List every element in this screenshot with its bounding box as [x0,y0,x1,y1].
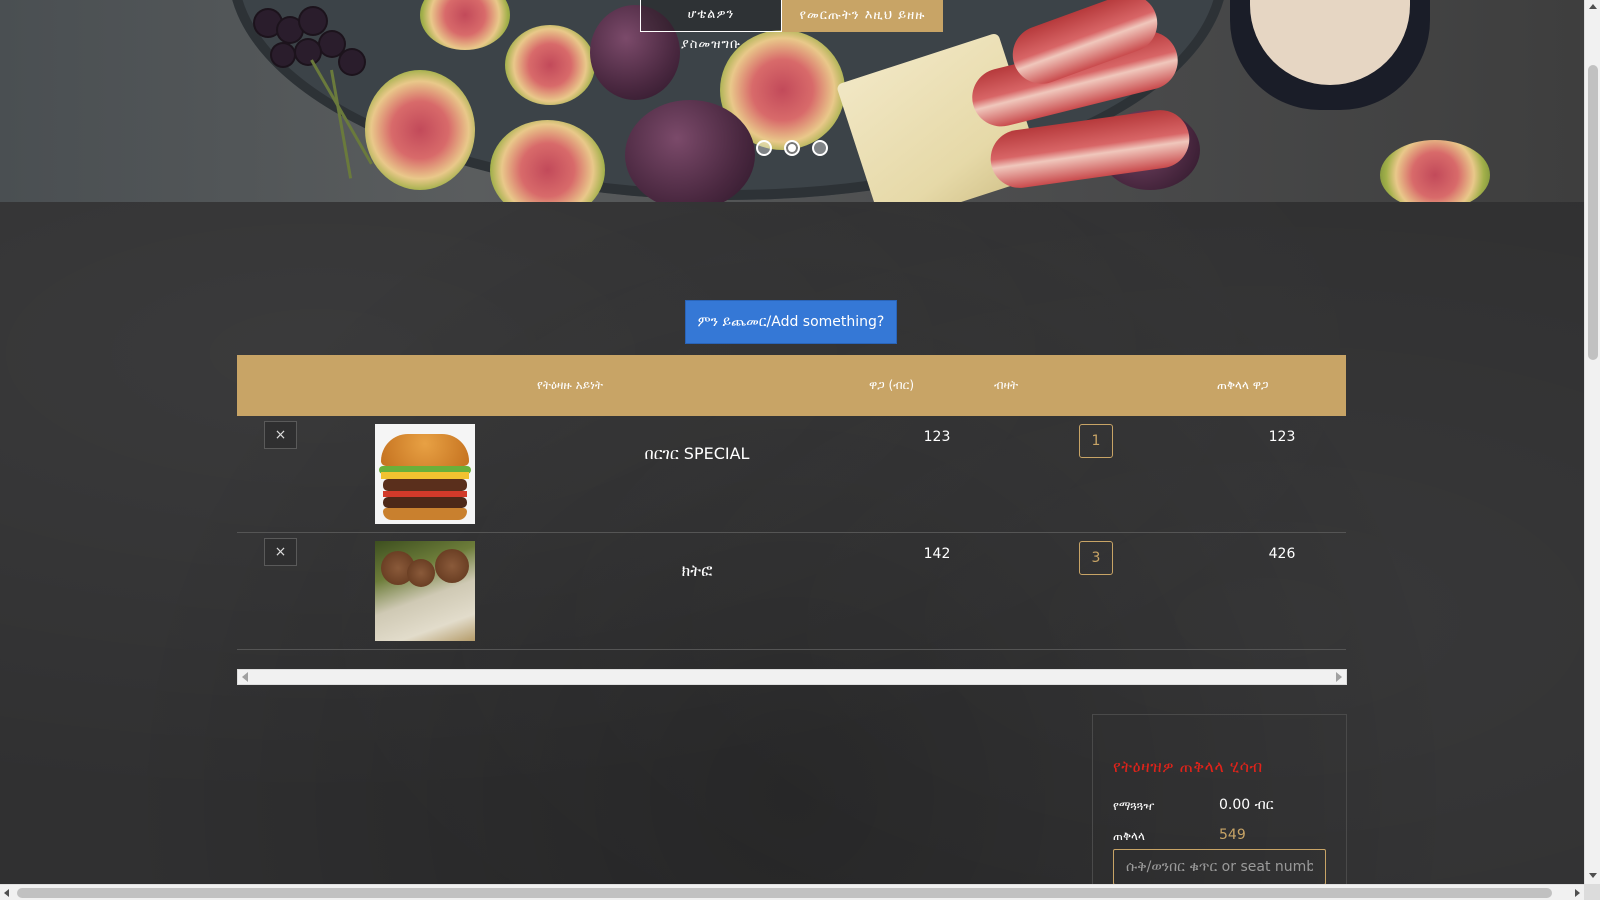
summary-title: የትዕዛዝዎ ጠቅላላ ሂሳብ [1113,757,1263,776]
header-item-type: የትዕዛዙ አይነት [537,378,603,392]
carousel-dot-3[interactable] [812,140,828,156]
quantity-button[interactable]: 1 [1079,424,1113,458]
register-hotel-button[interactable]: ሆቴልዎን ያስመዝግቡ [640,0,782,52]
page-vertical-scrollbar[interactable] [1584,0,1600,884]
carousel-dot-2[interactable] [784,140,800,156]
table-row: × ክትፎ 142 3 426 [237,533,1346,650]
item-total: 123 [1268,429,1296,445]
delivery-label: የማጓጓዣ [1113,799,1155,813]
kitfo-image [375,541,475,641]
carousel-indicators [756,140,828,156]
burger-image [375,424,475,524]
item-price: 142 [923,546,951,562]
item-total: 426 [1268,546,1296,562]
scroll-down-icon[interactable] [1589,873,1597,878]
hero-carousel: ሆቴልዎን ያስመዝግቡ የመርጡትን እዚህ ይዘዙ [0,0,1584,202]
scroll-left-icon[interactable] [242,672,248,682]
table-header: የትዕዛዙ አይነት ዋጋ (ብር) ብዛት ጠቅላላ ዋጋ [237,355,1346,416]
item-name: በርገር SPECIAL [644,444,750,463]
scroll-up-icon[interactable] [1589,4,1597,9]
total-value: 549 [1219,827,1246,843]
carousel-dot-1[interactable] [756,140,772,156]
scrollbar-thumb[interactable] [17,888,1552,898]
page-horizontal-scrollbar[interactable] [0,884,1584,900]
scroll-right-icon[interactable] [1336,672,1342,682]
order-summary-panel: የትዕዛዝዎ ጠቅላላ ሂሳብ የማጓጓዣ 0.00 ብር ጠቅላላ 549 [1092,714,1347,900]
header-quantity: ብዛት [994,378,1019,392]
delivery-value: 0.00 ብር [1219,797,1274,813]
scroll-right-icon[interactable] [1575,889,1580,897]
header-total: ጠቅላላ ዋጋ [1217,378,1269,392]
item-name: ክትፎ [681,561,713,580]
table-horizontal-scrollbar[interactable] [237,669,1347,685]
order-here-button[interactable]: የመርጡትን እዚህ ይዘዙ [782,0,943,32]
scrollbar-corner [1584,884,1600,900]
total-label: ጠቅላላ [1113,829,1145,843]
table-row: × በርገር SPECIAL 123 1 123 [237,416,1346,533]
scrollbar-thumb[interactable] [1588,65,1598,360]
quantity-button[interactable]: 3 [1079,541,1113,575]
header-price: ዋጋ (ብር) [869,378,915,392]
order-table: የትዕዛዙ አይነት ዋጋ (ብር) ብዛት ጠቅላላ ዋጋ × በርገር SP… [237,355,1346,650]
add-something-button[interactable]: ምን ይጨመር/Add something? [685,300,897,344]
remove-item-button[interactable]: × [264,538,297,566]
seat-number-input[interactable] [1113,849,1326,885]
remove-item-button[interactable]: × [264,421,297,449]
scroll-left-icon[interactable] [4,889,9,897]
item-price: 123 [923,429,951,445]
